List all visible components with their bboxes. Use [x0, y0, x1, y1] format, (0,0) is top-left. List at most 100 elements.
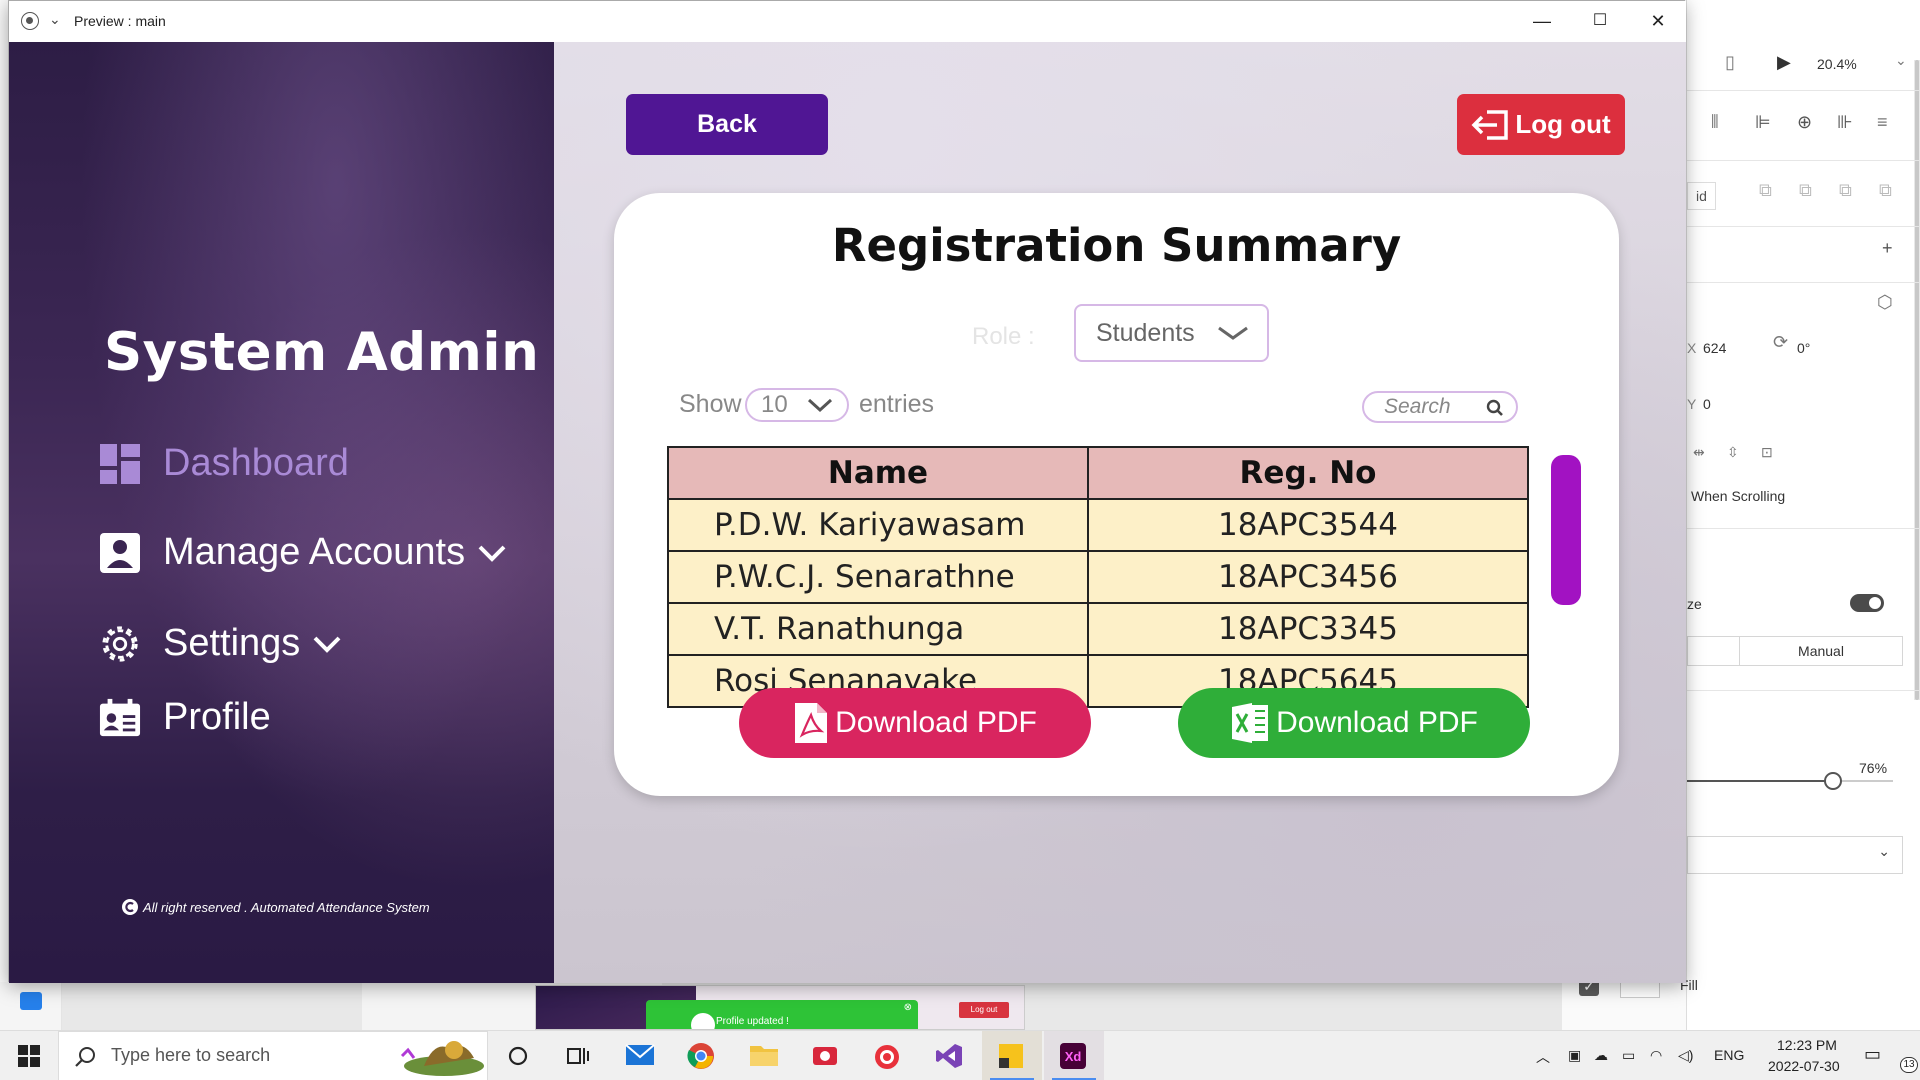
sidebar-item-manage-accounts[interactable]: Manage Accounts: [99, 531, 509, 574]
play-icon[interactable]: ▶: [1777, 52, 1791, 73]
zoom-level[interactable]: 20.4%: [1817, 56, 1857, 72]
x-value[interactable]: 624: [1703, 340, 1726, 356]
start-button[interactable]: [0, 1031, 58, 1080]
sidebar-item-dashboard[interactable]: Dashboard: [99, 442, 349, 485]
taskbar-search-placeholder: Type here to search: [111, 1045, 271, 1065]
boolean-add-icon[interactable]: ⧉: [1759, 180, 1772, 201]
sidebar-item-label: Profile: [163, 696, 271, 738]
inspector-scrollbar[interactable]: [1914, 60, 1920, 700]
search-input[interactable]: Search: [1362, 391, 1518, 423]
role-select[interactable]: Students: [1074, 304, 1269, 362]
app-icon: [875, 1045, 899, 1069]
close-button[interactable]: ✕: [1635, 7, 1681, 35]
record-icon[interactable]: [21, 12, 39, 30]
chrome-icon: [687, 1043, 714, 1069]
auto-button[interactable]: [1687, 636, 1739, 666]
y-value[interactable]: 0: [1703, 396, 1711, 412]
logout-button[interactable]: Log out: [1457, 94, 1625, 155]
close-icon: ⊗: [903, 1002, 912, 1013]
cloud-icon[interactable]: ☁: [1594, 1047, 1608, 1064]
y-label: Y: [1687, 396, 1697, 412]
search-icon: [75, 1047, 95, 1067]
adobe-xd-icon: Xd: [1060, 1043, 1086, 1069]
responsive-resize-toggle[interactable]: [1850, 594, 1884, 612]
repeat-grid-button[interactable]: id: [1687, 182, 1716, 210]
task-view-icon: [567, 1048, 589, 1064]
fixed-width-icon[interactable]: ⇹: [1693, 444, 1705, 461]
chevron-up-icon[interactable]: ︿: [1536, 1047, 1550, 1067]
device-icon[interactable]: ▯: [1725, 52, 1735, 73]
boolean-subtract-icon[interactable]: ⧉: [1799, 180, 1812, 201]
notification-icon[interactable]: ▭: [1864, 1044, 1881, 1065]
column-header-name[interactable]: Name: [667, 446, 1089, 500]
blend-mode-dropdown[interactable]: ⌄: [1687, 836, 1903, 874]
clock-time[interactable]: 12:23 PM: [1777, 1037, 1837, 1053]
download-pdf-button[interactable]: Download PDF: [739, 688, 1091, 758]
rotation-value[interactable]: 0°: [1797, 340, 1810, 356]
thumbnail-toast: Profile updated ! ⊗: [646, 1000, 918, 1029]
taskbar-file-explorer[interactable]: [734, 1031, 794, 1080]
chevron-down-icon: [807, 398, 833, 413]
maximize-button[interactable]: ☐: [1577, 7, 1623, 35]
app-content: System Admin Dashboard Manage Accounts S…: [9, 42, 1686, 983]
table-scrollbar[interactable]: [1551, 455, 1581, 605]
battery-icon[interactable]: ▭: [1622, 1047, 1635, 1064]
align-left-icon[interactable]: ⊫: [1755, 112, 1771, 133]
opacity-slider-track[interactable]: [1687, 780, 1833, 782]
3d-transform-icon[interactable]: ⬡: [1877, 292, 1893, 313]
wifi-icon[interactable]: ◠: [1650, 1047, 1662, 1064]
opacity-slider-knob[interactable]: [1824, 772, 1842, 790]
taskbar-search-input[interactable]: Type here to search: [58, 1031, 488, 1080]
dashboard-icon: [100, 443, 140, 484]
taskbar: Type here to search Xd ︿ ▣ ☁ ▭ ◠ ◁) ENG …: [0, 1030, 1920, 1080]
system-tray: ︿ ▣ ☁ ▭ ◠ ◁) ENG 12:23 PM 2022-07-30 ▭ 1…: [1530, 1031, 1920, 1080]
manual-button[interactable]: Manual: [1739, 636, 1903, 666]
align-center-icon[interactable]: ⊕: [1797, 112, 1812, 133]
clock-date[interactable]: 2022-07-30: [1768, 1058, 1840, 1074]
volume-icon[interactable]: ◁): [1678, 1047, 1693, 1064]
plus-icon[interactable]: +: [1882, 238, 1893, 259]
taskbar-mail[interactable]: [610, 1031, 670, 1080]
taskbar-adobe-xd[interactable]: Xd: [1044, 1031, 1104, 1080]
minimize-button[interactable]: —: [1519, 7, 1565, 35]
device-icon[interactable]: ▣: [1568, 1047, 1581, 1064]
pdf-icon: [795, 703, 828, 743]
download-excel-button[interactable]: Download PDF: [1178, 688, 1530, 758]
artboard-thumbnail[interactable]: Profile updated ! ⊗ Log out: [535, 985, 1025, 1030]
taskbar-chrome[interactable]: [672, 1031, 732, 1080]
mail-icon: [625, 1044, 655, 1065]
cell-name: P.D.W. Kariyawasam: [667, 498, 1089, 552]
taskbar-app[interactable]: [858, 1031, 918, 1080]
taskbar-task-view[interactable]: [548, 1031, 608, 1080]
taskbar-screen-recorder[interactable]: [796, 1031, 856, 1080]
plugins-icon[interactable]: [20, 992, 42, 1010]
sidebar-item-settings[interactable]: Settings: [99, 622, 344, 665]
taskbar-sticky-notes[interactable]: [982, 1031, 1042, 1080]
boolean-intersect-icon[interactable]: ⧉: [1839, 180, 1852, 201]
main-content: Back Log out Registration Summary Role :…: [554, 42, 1686, 983]
language-indicator[interactable]: ENG: [1714, 1047, 1744, 1063]
fixed-position-icon[interactable]: ⊡: [1761, 444, 1773, 461]
align-right-icon[interactable]: ⊪: [1837, 112, 1853, 133]
cell-reg-no: 18APC3345: [1087, 602, 1529, 656]
logout-label: Log out: [1515, 109, 1611, 139]
boolean-exclude-icon[interactable]: ⧉: [1879, 180, 1892, 201]
entries-select[interactable]: 10: [745, 388, 849, 422]
align-top-icon[interactable]: ≡: [1877, 112, 1888, 133]
chevron-down-icon[interactable]: ⌄: [49, 11, 61, 28]
download-pdf-label: Download PDF: [835, 706, 1037, 739]
sidebar: System Admin Dashboard Manage Accounts S…: [9, 42, 554, 983]
distribute-icon[interactable]: ⫴: [1711, 112, 1719, 133]
taskbar-visual-studio[interactable]: [920, 1031, 980, 1080]
taskbar-cortana[interactable]: [488, 1031, 548, 1080]
role-label: Role :: [972, 323, 1035, 350]
sidebar-item-profile[interactable]: Profile: [99, 696, 271, 739]
sidebar-item-label: Dashboard: [163, 442, 349, 484]
fix-position-when-scrolling[interactable]: When Scrolling: [1691, 488, 1785, 504]
opacity-value[interactable]: 76%: [1859, 760, 1887, 776]
column-header-reg-no[interactable]: Reg. No: [1087, 446, 1529, 500]
chevron-down-icon[interactable]: ⌄: [1895, 52, 1907, 69]
back-button[interactable]: Back: [626, 94, 828, 155]
fixed-height-icon[interactable]: ⇳: [1727, 444, 1739, 461]
check-icon: [691, 1013, 715, 1029]
